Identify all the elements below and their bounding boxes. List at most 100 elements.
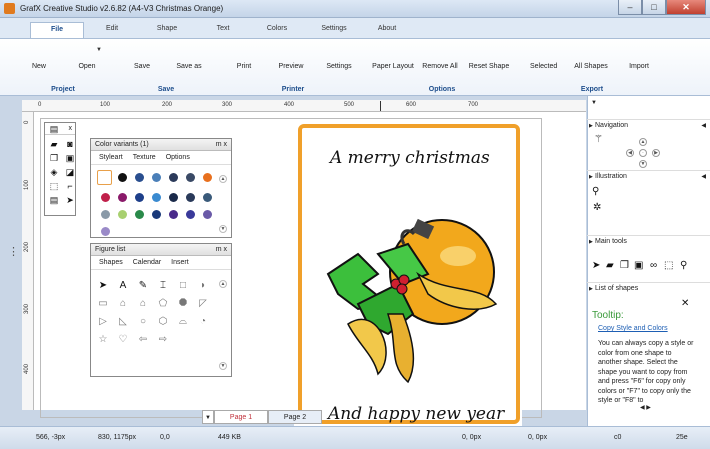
zoom-icon[interactable]: ⚲: [680, 260, 687, 271]
color-swatch[interactable]: [135, 193, 144, 202]
splitter-grip-icon[interactable]: ⋮: [8, 245, 19, 258]
print-button[interactable]: Print: [236, 63, 252, 70]
tab-about[interactable]: About: [370, 22, 404, 38]
layers-icon[interactable]: ▤: [48, 194, 60, 206]
section-list-of-shapes[interactable]: ▶ List of shapes: [587, 282, 710, 294]
scroll-up-icon[interactable]: ▲: [219, 175, 227, 183]
tab-calendar[interactable]: Calendar: [133, 256, 161, 269]
color-swatch[interactable]: [118, 173, 127, 182]
color-swatch[interactable]: [135, 173, 144, 182]
close-button[interactable]: ✕: [666, 0, 706, 15]
color-swatch[interactable]: [152, 210, 161, 219]
remove-all-button[interactable]: Remove All: [422, 63, 458, 70]
text-path-icon[interactable]: ⌶: [157, 280, 169, 292]
page-tab-2[interactable]: Page 2: [268, 410, 322, 424]
arrow-left-icon[interactable]: ⇦: [137, 334, 149, 346]
section-illustration[interactable]: ▶ Illustration ◀: [587, 170, 710, 182]
paste-icon[interactable]: ▣: [64, 152, 76, 164]
triangle-right-icon[interactable]: ▷: [97, 316, 109, 328]
page-menu-icon[interactable]: ▼: [202, 410, 214, 424]
scroll-down-icon[interactable]: ▼: [219, 362, 227, 370]
open-button[interactable]: Open: [76, 63, 98, 70]
right-triangle-icon[interactable]: ◺: [117, 316, 129, 328]
color-panel-controls[interactable]: m x: [216, 139, 227, 151]
heart-icon[interactable]: ♡: [117, 334, 129, 346]
color-swatch[interactable]: [101, 210, 110, 219]
tools-icon[interactable]: ✕: [681, 298, 689, 309]
export-selected-button[interactable]: Selected: [530, 63, 557, 70]
ungroup-icon[interactable]: ▣: [634, 260, 643, 271]
folder-open-icon[interactable]: ▰: [48, 138, 60, 150]
folded-corner-icon[interactable]: ◸: [197, 298, 209, 310]
tab-shape-icon[interactable]: ⌂: [117, 298, 129, 310]
color-swatch[interactable]: [169, 210, 178, 219]
nav-left-icon[interactable]: ◀: [626, 149, 634, 157]
pentagon-icon[interactable]: ⬠: [157, 298, 169, 310]
tab-settings[interactable]: Settings: [314, 22, 354, 38]
pin-icon[interactable]: ◀: [701, 120, 706, 132]
export-all-shapes-button[interactable]: All Shapes: [574, 63, 608, 70]
card-greeting-bottom[interactable]: And happy new year: [328, 404, 504, 424]
lock-icon[interactable]: ▰: [606, 260, 614, 271]
figure-panel-controls[interactable]: m x: [216, 244, 227, 256]
sparkle-icon[interactable]: ✲: [593, 202, 601, 213]
color-swatch[interactable]: [203, 173, 212, 182]
color-swatch[interactable]: [118, 210, 127, 219]
page-tab-1[interactable]: Page 1: [214, 410, 268, 424]
color-swatch[interactable]: [169, 193, 178, 202]
circle-icon[interactable]: ○: [137, 316, 149, 328]
pointer-icon[interactable]: ➤: [64, 194, 76, 206]
star-icon[interactable]: ☆: [97, 334, 109, 346]
bring-front-icon[interactable]: ◪: [64, 166, 76, 178]
nav-center-icon[interactable]: ·: [639, 149, 647, 157]
tab-file[interactable]: File: [30, 22, 84, 38]
open-dropdown-icon[interactable]: ▼: [96, 47, 102, 53]
section-main-tools[interactable]: ▶ Main tools: [587, 235, 710, 247]
tooltip-link[interactable]: Copy Style and Colors: [598, 325, 668, 332]
zoom-icon[interactable]: ⚲: [592, 186, 599, 197]
group-icon[interactable]: ❐: [620, 260, 629, 271]
scroll-down-icon[interactable]: ▼: [219, 225, 227, 233]
shape-tool-icon[interactable]: ◈: [48, 166, 60, 178]
square-icon[interactable]: □: [177, 280, 189, 292]
import-button[interactable]: Import: [628, 63, 650, 70]
pen-icon[interactable]: ✎: [137, 280, 149, 292]
tab-texture[interactable]: Texture: [133, 151, 156, 164]
save-button[interactable]: Save: [132, 63, 152, 70]
color-swatch[interactable]: [101, 193, 110, 202]
color-swatch[interactable]: [152, 193, 161, 202]
tab-colors[interactable]: Colors: [258, 22, 296, 38]
color-swatch[interactable]: [203, 193, 212, 202]
pointer-icon[interactable]: ➤: [592, 260, 600, 271]
nav-right-icon[interactable]: ▶: [652, 149, 660, 157]
select-region-icon[interactable]: ⬚: [48, 180, 60, 192]
octagon-icon[interactable]: ⯃: [177, 298, 189, 310]
pin-icon[interactable]: ◀: [701, 171, 706, 183]
select-region-icon[interactable]: ⬚: [664, 260, 673, 271]
tab-text[interactable]: Text: [208, 22, 238, 38]
color-swatch[interactable]: [203, 210, 212, 219]
hexagon-icon[interactable]: ⬡: [157, 316, 169, 328]
minimize-button[interactable]: –: [618, 0, 642, 15]
tab-shape[interactable]: Shape: [148, 22, 186, 38]
d-shape-icon[interactable]: ◗: [197, 280, 209, 292]
paper-layout-button[interactable]: Paper Layout: [372, 63, 414, 70]
tab-options[interactable]: Options: [166, 151, 190, 164]
pointer-icon[interactable]: ➤: [97, 280, 109, 292]
section-navigation[interactable]: ▶ Navigation ◀: [587, 119, 710, 131]
print-settings-button[interactable]: Settings: [326, 63, 352, 70]
reset-shape-button[interactable]: Reset Shape: [468, 63, 510, 70]
color-swatch[interactable]: [135, 210, 144, 219]
speech-bubble-icon[interactable]: ▭: [97, 298, 109, 310]
color-swatch[interactable]: [186, 173, 195, 182]
christmas-ornament-illustration[interactable]: [318, 214, 498, 384]
card-greeting-top[interactable]: A merry christmas: [330, 148, 490, 168]
tab-styleart[interactable]: Styleart: [99, 151, 123, 164]
tab-edit[interactable]: Edit: [96, 22, 128, 38]
tab-insert[interactable]: Insert: [171, 256, 189, 269]
text-tool-icon[interactable]: A: [117, 280, 129, 292]
color-swatch-selected[interactable]: [97, 170, 112, 185]
color-swatch[interactable]: [169, 173, 178, 182]
sidebar-menu-icon[interactable]: ▼: [591, 100, 597, 106]
nav-up-icon[interactable]: ▲: [639, 138, 647, 146]
